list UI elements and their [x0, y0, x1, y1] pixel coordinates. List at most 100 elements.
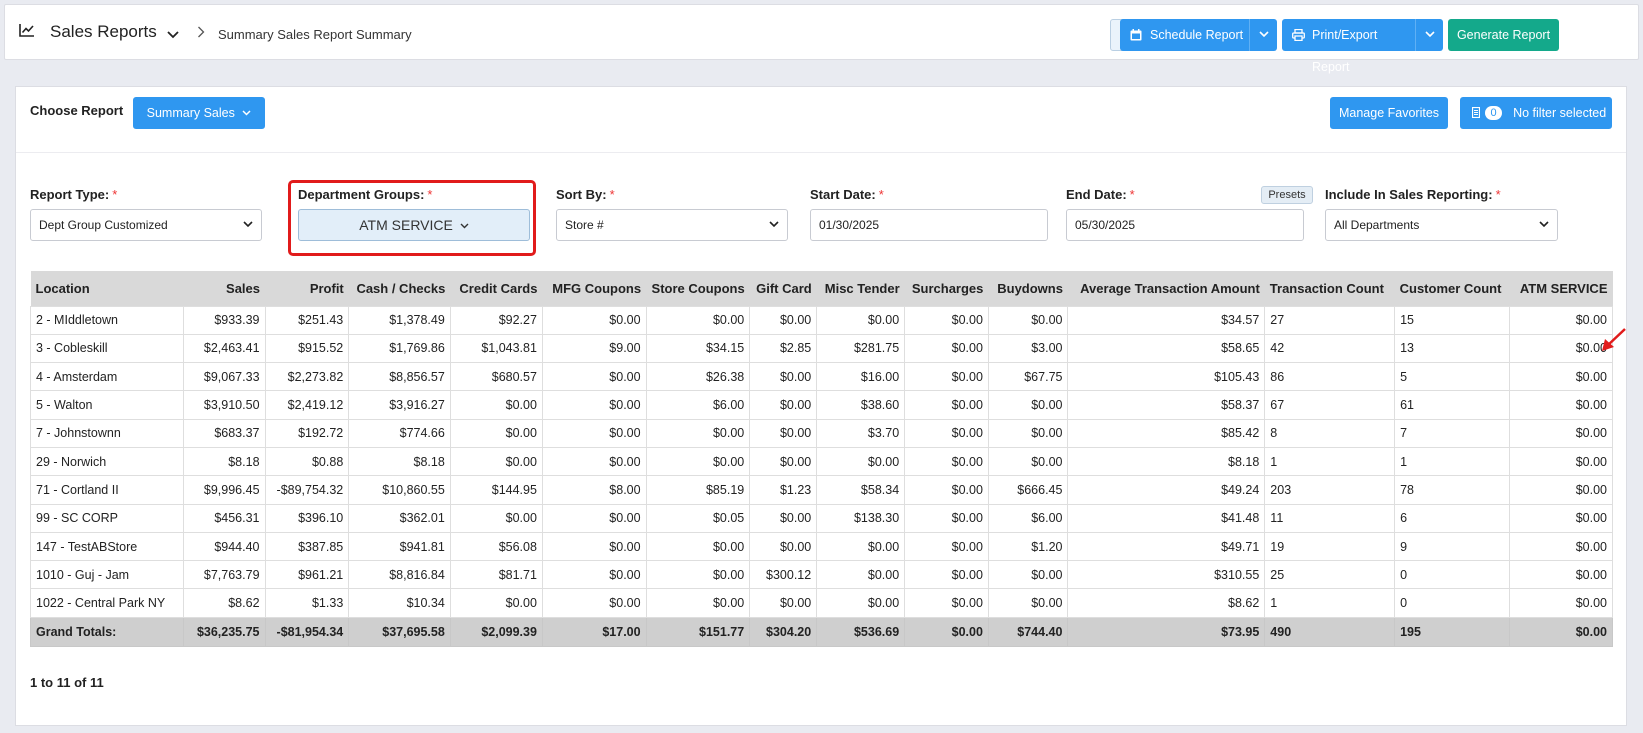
table-cell: $105.43: [1067, 362, 1266, 392]
table-cell: $0.00: [987, 390, 1069, 420]
page-title: Sales Reports: [50, 22, 157, 41]
table-cell: $10.34: [348, 588, 451, 618]
table-cell: $0.00: [645, 560, 751, 590]
table-cell: $362.01: [348, 503, 451, 533]
totals-cell: Grand Totals:: [30, 616, 184, 647]
table-cell: $0.00: [1509, 475, 1613, 505]
column-header[interactable]: Location: [30, 271, 184, 306]
table-cell: $0.00: [1509, 588, 1613, 618]
print-export-label: Print/Export Report: [1312, 28, 1378, 74]
start-date-label: Start Date: *: [810, 187, 884, 202]
table-cell: $300.12: [749, 560, 818, 590]
table-cell: $0.00: [987, 446, 1069, 477]
table-cell: 4 - Amsterdam: [30, 362, 184, 392]
table-cell: $0.00: [1509, 446, 1613, 477]
table-cell: $0.00: [904, 418, 989, 448]
totals-cell: $304.20: [749, 616, 818, 647]
column-header[interactable]: Credit Cards: [450, 271, 543, 306]
table-cell: $8.18: [348, 446, 451, 477]
column-header[interactable]: Misc Tender: [816, 271, 905, 306]
totals-cell: $0.00: [1509, 616, 1613, 647]
table-cell: $0.00: [987, 560, 1069, 590]
totals-cell: $73.95: [1067, 616, 1266, 647]
filter-icon: [1471, 106, 1481, 119]
end-date-input[interactable]: 05/30/2025: [1066, 209, 1304, 241]
column-header[interactable]: Customer Count: [1394, 271, 1510, 306]
print-export-button[interactable]: Print/Export Report: [1282, 19, 1415, 74]
table-cell: 15: [1394, 305, 1511, 335]
table-cell: 86: [1264, 362, 1396, 392]
table-cell: $0.00: [449, 390, 543, 420]
table-row: 3 - Cobleskill $2,463.41 $915.52 $1,769.86 $…: [30, 333, 1613, 364]
table-cell: 8: [1264, 418, 1396, 448]
presets-button[interactable]: Presets: [1261, 186, 1313, 204]
table-cell: $0.00: [449, 418, 543, 448]
table-cell: 1: [1264, 446, 1396, 477]
table-cell: $3.00: [987, 333, 1069, 364]
table-cell: $0.88: [264, 446, 350, 477]
table-cell: $81.71: [449, 560, 543, 590]
chevron-down-icon: [1539, 221, 1549, 228]
print-export-dropdown-toggle[interactable]: [1415, 19, 1443, 51]
table-cell: $0.00: [645, 446, 751, 477]
report-type-select[interactable]: Dept Group Customized: [30, 209, 262, 241]
column-header[interactable]: Transaction Count: [1264, 271, 1395, 306]
table-row: 99 - SC CORP $456.31 $396.10 $362.01 $0.00 $0…: [30, 503, 1613, 533]
table-cell: $683.37: [182, 418, 266, 448]
table-cell: $0.00: [904, 305, 989, 335]
sort-by-label: Sort By: *: [556, 187, 615, 202]
column-header[interactable]: MFG Coupons: [542, 271, 647, 306]
table-header-row: Location Sales Profit Cash / Checks Credit C…: [30, 271, 1613, 306]
totals-cell: $744.40: [987, 616, 1069, 647]
table-cell: $1.33: [264, 588, 350, 618]
table-cell: $944.40: [182, 531, 266, 562]
breadcrumb-separator-icon: [197, 26, 205, 41]
chevron-down-icon: [1259, 31, 1269, 38]
table-cell: 29 - Norwich: [30, 446, 184, 477]
table-cell: $3,916.27: [348, 390, 451, 420]
column-header[interactable]: Sales: [183, 271, 266, 306]
table-cell: 1: [1394, 446, 1511, 477]
schedule-report-button[interactable]: Schedule Report: [1120, 19, 1249, 51]
start-date-input[interactable]: 01/30/2025: [810, 209, 1048, 241]
table-cell: $1,043.81: [449, 333, 543, 364]
column-header[interactable]: Buydowns: [988, 271, 1068, 306]
table-cell: $1,378.49: [348, 305, 451, 335]
table-cell: $0.00: [541, 305, 647, 335]
column-header[interactable]: Cash / Checks: [348, 271, 451, 306]
column-header[interactable]: Gift Card: [749, 271, 817, 306]
table-cell: $58.37: [1067, 390, 1266, 420]
department-groups-dropdown[interactable]: ATM SERVICE: [298, 209, 530, 241]
table-cell: $0.00: [541, 503, 647, 533]
sort-by-select[interactable]: Store #: [556, 209, 788, 241]
manage-favorites-button[interactable]: Manage Favorites: [1330, 97, 1448, 129]
column-header[interactable]: Surcharges: [904, 271, 989, 306]
table-cell: $0.00: [816, 560, 906, 590]
column-header[interactable]: ATM SERVICE: [1509, 271, 1613, 306]
filter-status-label: No filter selected: [1513, 106, 1607, 120]
table-cell: $0.00: [541, 390, 647, 420]
choose-report-dropdown[interactable]: Summary Sales: [133, 97, 265, 129]
department-groups-label: Department Groups: *: [298, 187, 433, 202]
schedule-report-dropdown-toggle[interactable]: [1249, 19, 1277, 51]
generate-report-button[interactable]: Generate Report: [1448, 19, 1559, 51]
table-cell: $7,763.79: [182, 560, 266, 590]
include-in-sales-select[interactable]: All Departments: [1325, 209, 1558, 241]
totals-cell: $536.69: [816, 616, 906, 647]
table-cell: 7: [1394, 418, 1511, 448]
calendar-icon: [1130, 29, 1142, 41]
table-cell: $0.00: [749, 362, 818, 392]
table-cell: $941.81: [348, 531, 451, 562]
totals-row: Grand Totals: $36,235.75 -$81,954.34 $37,69…: [30, 616, 1613, 647]
column-header[interactable]: Average Transaction Amount: [1067, 271, 1265, 306]
table-cell: $6.00: [645, 390, 751, 420]
table-cell: $85.42: [1067, 418, 1266, 448]
column-header[interactable]: Store Coupons: [646, 271, 750, 306]
column-header[interactable]: Profit: [265, 271, 349, 306]
table-cell: $26.38: [645, 362, 751, 392]
report-table: Location Sales Profit Cash / Checks Credit C…: [30, 271, 1613, 647]
filter-button[interactable]: 0 No filter selected: [1460, 97, 1612, 129]
table-cell: $0.00: [749, 588, 818, 618]
chevron-down-icon[interactable]: [167, 27, 179, 42]
table-cell: $0.00: [645, 531, 751, 562]
